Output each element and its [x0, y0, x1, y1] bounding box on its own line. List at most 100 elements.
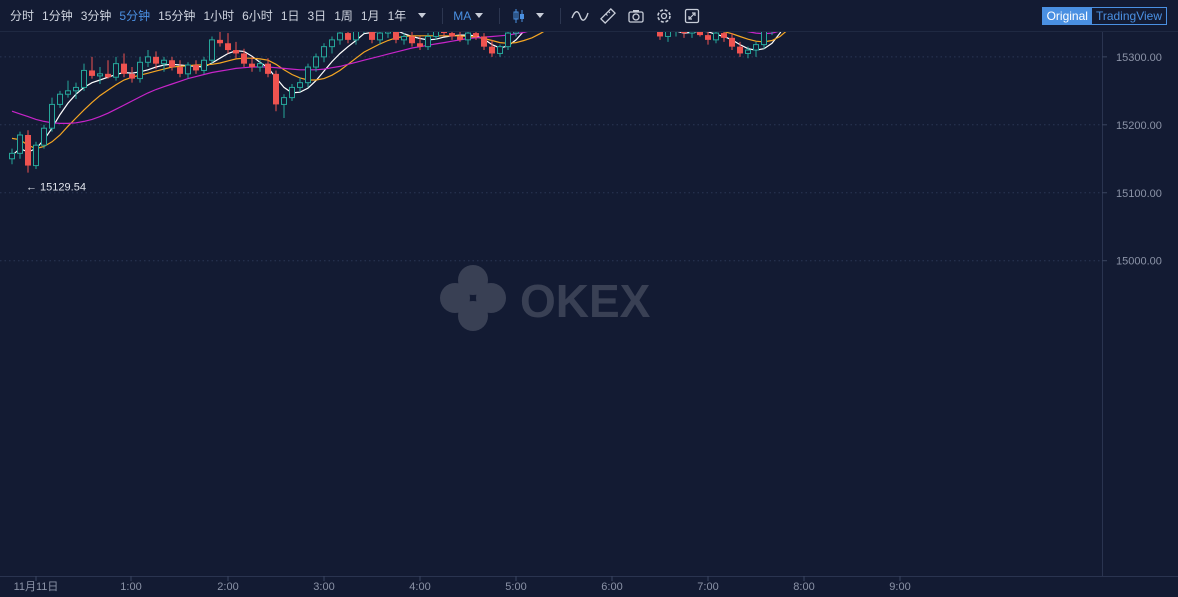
- candle-body: [753, 44, 759, 51]
- candlestick-chart[interactable]: OKEX 15515.71 →← 15129.5415446.28 15000.…: [0, 32, 1178, 597]
- candle-body: [89, 70, 95, 76]
- candle: [657, 32, 663, 40]
- candle-body: [25, 134, 31, 166]
- indicator-dropdown-icon[interactable]: [475, 13, 484, 18]
- candle-body: [401, 35, 407, 41]
- candle: [201, 56, 207, 74]
- view-mode-tradingview[interactable]: TradingView: [1092, 8, 1166, 24]
- candle-body: [745, 49, 751, 54]
- candle: [465, 32, 471, 45]
- time-axis: 11月11日 1:00 2:00 3:00 4:00 5:00 6:00 7:00 8:00 9:…: [14, 576, 911, 593]
- candle: [257, 60, 263, 72]
- okex-logo-icon: [440, 265, 506, 331]
- price-annotations: 15515.71 →← 15129.5415446.28: [26, 182, 86, 194]
- candlestick-icon[interactable]: [508, 5, 530, 27]
- fullscreen-icon[interactable]: [681, 5, 703, 27]
- time-tick-label: 11月11日: [14, 581, 59, 593]
- candle: [137, 56, 143, 83]
- candle: [737, 41, 743, 57]
- candle-body: [337, 32, 343, 41]
- candle: [353, 32, 359, 45]
- view-mode-original[interactable]: Original: [1042, 8, 1092, 24]
- candle-body: [393, 32, 399, 40]
- candle-body: [257, 63, 263, 68]
- timeframe-tab[interactable]: 6小时: [242, 7, 273, 24]
- candle-body: [329, 39, 335, 48]
- candle: [481, 33, 487, 51]
- time-tick-label: 6:00: [601, 581, 622, 593]
- gear-icon[interactable]: [653, 5, 675, 27]
- candle: [113, 56, 119, 81]
- chart-type-dropdown-icon[interactable]: [536, 13, 545, 18]
- candle-body: [185, 64, 191, 75]
- okex-watermark: OKEX: [440, 265, 651, 331]
- candle-body: [137, 61, 143, 80]
- view-mode-toggle: Original TradingView: [1041, 7, 1167, 25]
- candle: [489, 39, 495, 57]
- camera-icon[interactable]: [625, 5, 647, 27]
- candle: [177, 60, 183, 78]
- chart-toolbar: 分时 1分钟 3分钟 5分钟 15分钟 1小时 6小时 1日 3日 1周 1月 …: [0, 0, 1178, 32]
- candle-body: [73, 86, 79, 92]
- candle: [65, 80, 71, 98]
- timeframe-tab[interactable]: 1小时: [203, 7, 234, 24]
- candle-body: [113, 63, 119, 78]
- candle: [305, 63, 311, 88]
- candle-body: [761, 32, 767, 46]
- candle-body: [657, 32, 663, 37]
- timeframe-tab[interactable]: 3日: [308, 7, 327, 24]
- timeframe-tab[interactable]: 1月: [361, 7, 380, 24]
- candle-body: [249, 63, 255, 68]
- timeframe-dropdown-icon[interactable]: [418, 13, 427, 18]
- timeframe-tab[interactable]: 1日: [281, 7, 300, 24]
- line-style-icon[interactable]: [569, 5, 591, 27]
- candle: [721, 32, 727, 42]
- candle: [729, 33, 735, 51]
- candle-body: [193, 65, 199, 71]
- ma-line-ma-long: [11, 32, 779, 125]
- timeframe-tab[interactable]: 3分钟: [81, 7, 112, 24]
- timeframe-tab-active[interactable]: 5分钟: [119, 7, 150, 24]
- candle: [81, 63, 87, 91]
- chart-grid: [0, 56, 1102, 262]
- candle: [17, 131, 23, 159]
- ruler-icon[interactable]: [597, 5, 619, 27]
- watermark-text: OKEX: [520, 275, 651, 327]
- timeframe-tab[interactable]: 1分钟: [42, 7, 73, 24]
- candle-body: [281, 97, 287, 105]
- candle-body: [57, 93, 63, 105]
- timeframe-tab[interactable]: 1年: [388, 7, 407, 24]
- timeframe-tab[interactable]: 15分钟: [158, 7, 195, 24]
- candle: [689, 32, 695, 38]
- candle-body: [217, 39, 223, 44]
- candles: [9, 32, 773, 173]
- candle-body: [273, 73, 279, 105]
- candle: [665, 32, 671, 42]
- candle-body: [721, 33, 727, 38]
- candle-body: [345, 33, 351, 40]
- candle-body: [449, 33, 455, 37]
- candle-body: [465, 32, 471, 41]
- candle-body: [369, 32, 375, 40]
- candle-body: [241, 53, 247, 64]
- candle-body: [177, 67, 183, 74]
- indicator-select[interactable]: MA: [453, 9, 471, 23]
- candle-body: [33, 144, 39, 167]
- price-axis: 15000.0015100.0015200.0015300.0015400.00…: [1102, 52, 1162, 268]
- candle-body: [265, 63, 271, 74]
- candle: [209, 36, 215, 64]
- candle: [57, 90, 63, 108]
- time-tick-label: 3:00: [313, 581, 334, 593]
- candle-body: [161, 59, 167, 65]
- candle: [497, 44, 503, 57]
- candle: [369, 32, 375, 44]
- candle-body: [505, 32, 511, 48]
- candle: [233, 41, 239, 59]
- candle: [33, 141, 39, 169]
- candle-body: [513, 32, 519, 34]
- price-tick-label: 15100.00: [1116, 188, 1162, 200]
- candle: [337, 32, 343, 45]
- candle: [105, 60, 111, 79]
- timeframe-tab[interactable]: 分时: [10, 7, 34, 24]
- timeframe-tab[interactable]: 1周: [334, 7, 353, 24]
